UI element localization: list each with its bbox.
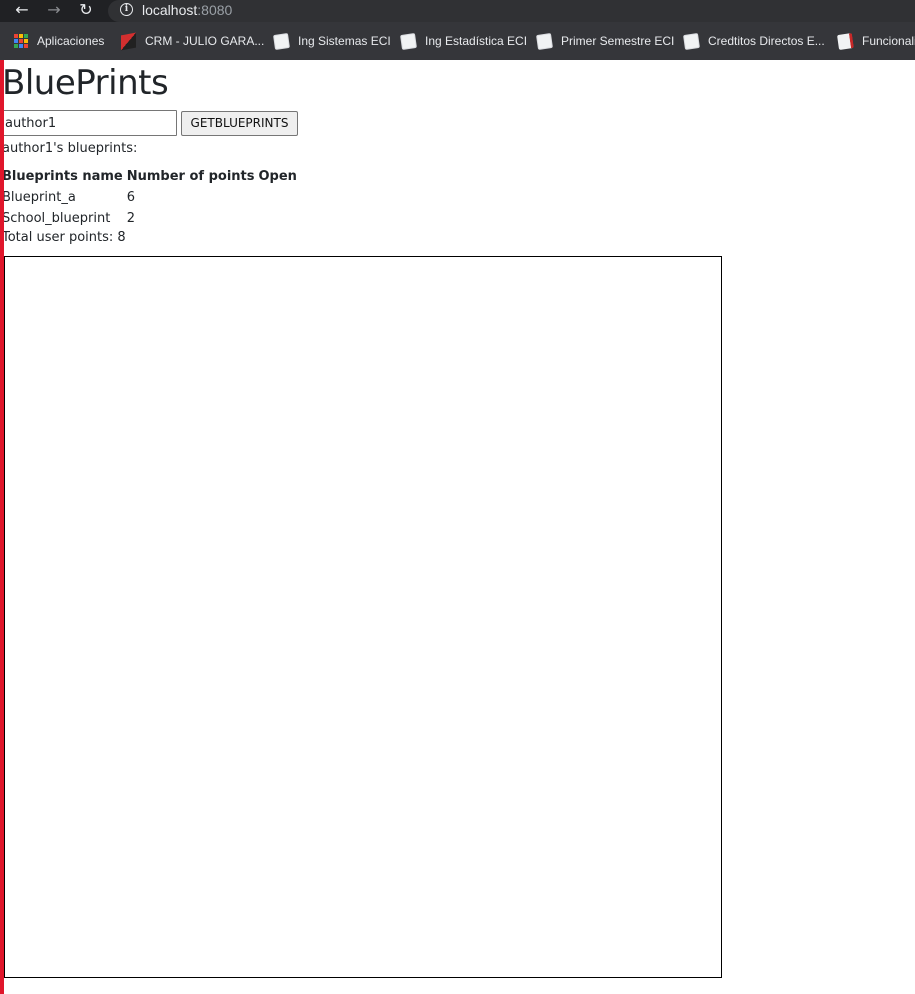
bookmark-creditos[interactable]: Credtitos Directos E...	[683, 22, 825, 60]
bookmark-label: Ing Sistemas ECI	[298, 34, 391, 48]
bookmark-label: Primer Semestre ECI	[561, 34, 675, 48]
blueprint-open-cell[interactable]	[257, 208, 299, 229]
column-header-open: Open	[258, 169, 297, 184]
reload-icon[interactable]: ↻	[75, 0, 97, 22]
bookmark-label: Funcionali	[862, 34, 915, 48]
document-icon	[683, 32, 700, 50]
bookmark-primer-semestre[interactable]: Primer Semestre ECI	[536, 22, 675, 60]
info-icon[interactable]: i	[120, 3, 133, 16]
bookmark-ing-sistemas[interactable]: Ing Sistemas ECI	[273, 22, 391, 60]
address-bar[interactable]: i localhost:8080	[108, 0, 915, 22]
blueprint-open-cell[interactable]	[257, 187, 299, 208]
url-text[interactable]: localhost:8080	[142, 1, 232, 19]
bookmark-apps[interactable]: Aplicaciones	[14, 22, 104, 60]
bookmark-label: Ing Estadística ECI	[425, 34, 528, 48]
back-arrow-icon[interactable]: ←	[11, 0, 33, 22]
blueprints-table: Blueprints name Number of points Open Bl…	[0, 166, 299, 229]
blueprint-name-cell: Blueprint_a	[2, 190, 76, 205]
bookmark-crm[interactable]: CRM - JULIO GARA...	[121, 22, 264, 60]
total-points-label: Total user points: 8	[2, 230, 126, 245]
blueprint-points-cell: 6	[126, 190, 136, 205]
document-icon	[400, 32, 417, 50]
url-port: :8080	[197, 2, 233, 18]
get-blueprints-button[interactable]: GETBLUEPRINTS	[181, 111, 298, 136]
cube-icon	[121, 32, 136, 50]
bookmark-label: Aplicaciones	[37, 34, 105, 48]
page-title: BluePrints	[2, 63, 169, 103]
table-header-row: Blueprints name Number of points Open	[0, 166, 299, 187]
blueprint-points-cell: 2	[126, 211, 136, 226]
bookmark-label: Credtitos Directos E...	[708, 34, 825, 48]
browser-toolbar: ← → ↻ i localhost:8080	[0, 0, 915, 22]
blueprint-canvas[interactable]	[4, 256, 722, 978]
column-header-points: Number of points	[126, 169, 255, 184]
column-header-name: Blueprints name	[2, 169, 123, 184]
blueprint-name-cell: School_blueprint	[2, 211, 111, 226]
url-host: localhost	[142, 2, 198, 18]
bookmarks-bar: Aplicaciones CRM - JULIO GARA... Ing Sis…	[0, 22, 915, 60]
left-edge-bar	[0, 60, 4, 994]
apps-grid-icon	[14, 34, 28, 48]
author-caption: author1's blueprints:	[2, 141, 138, 156]
bookmark-funcionalidades[interactable]: Funcionali	[837, 22, 915, 60]
forward-arrow-icon[interactable]: →	[43, 0, 65, 22]
bookmark-label: CRM - JULIO GARA...	[145, 34, 265, 48]
table-row: School_blueprint 2	[0, 208, 299, 229]
bookmark-ing-estadistica[interactable]: Ing Estadística ECI	[400, 22, 528, 60]
pdf-icon	[837, 32, 854, 50]
table-row: Blueprint_a 6	[0, 187, 299, 208]
document-icon	[536, 32, 553, 50]
document-icon	[273, 32, 290, 50]
author-input[interactable]	[0, 110, 177, 136]
page-content: BluePrints GETBLUEPRINTS author1's bluep…	[0, 60, 915, 994]
